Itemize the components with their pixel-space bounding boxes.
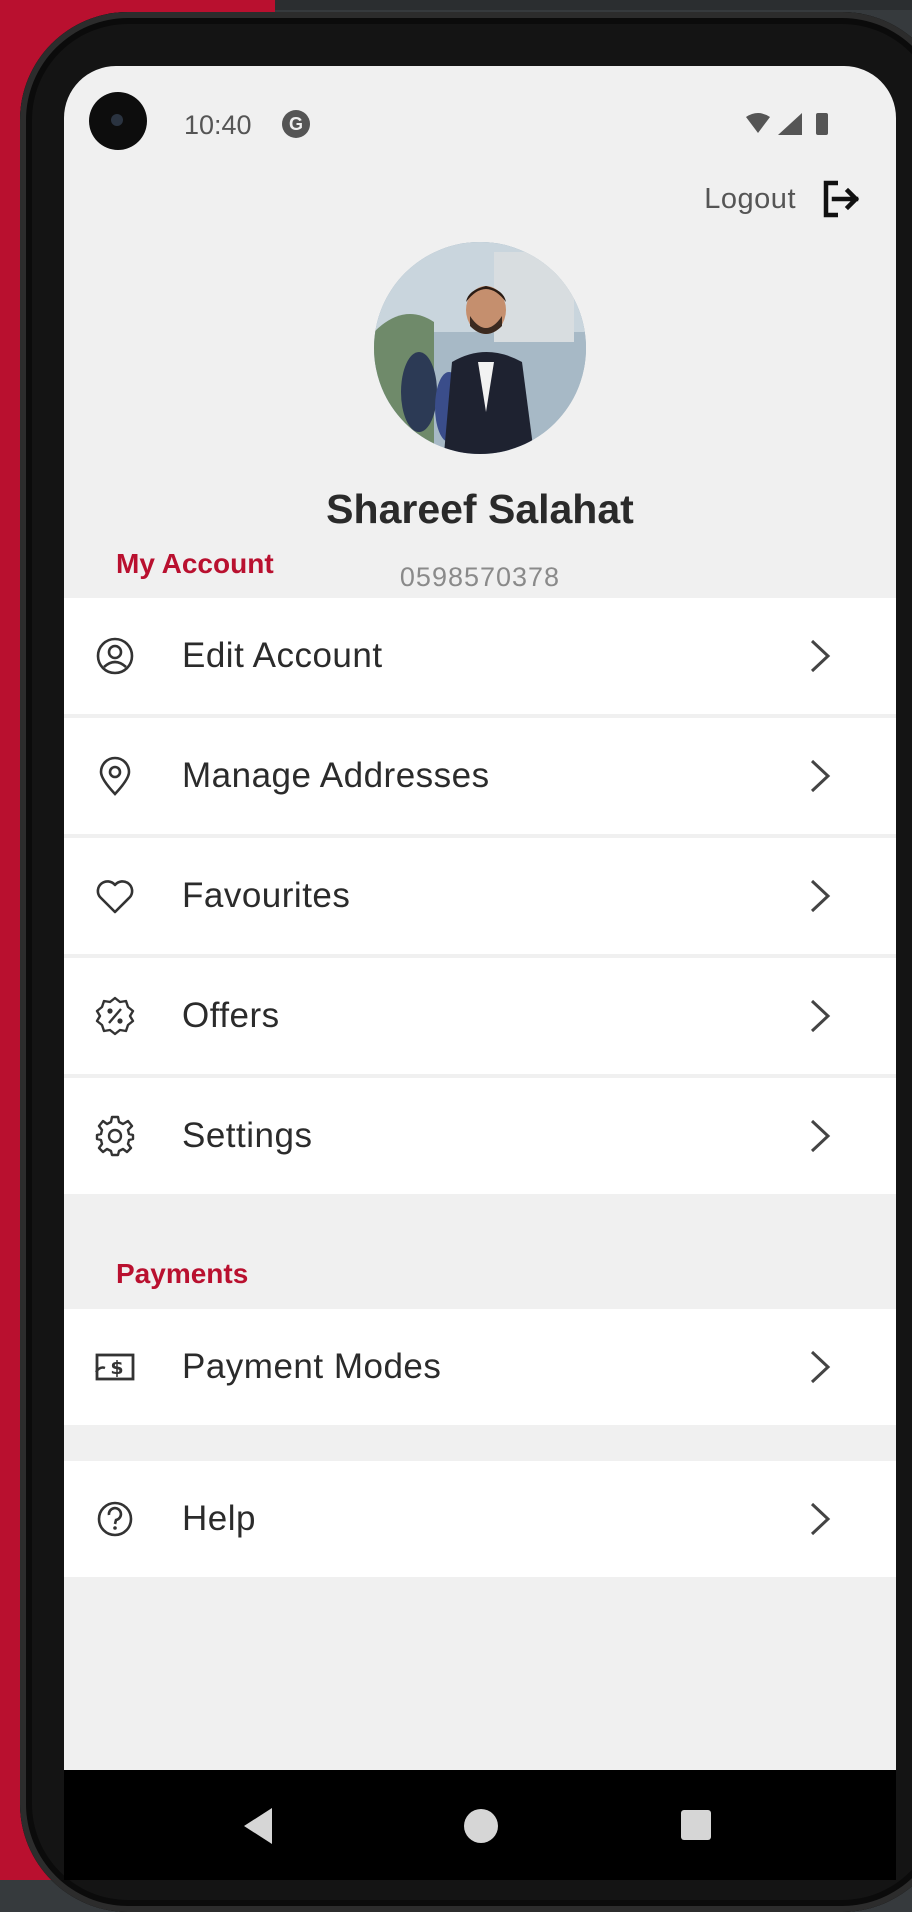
battery-icon	[816, 113, 828, 135]
menu-item-offers[interactable]: Offers	[64, 958, 896, 1074]
section-title-payments: Payments	[116, 1258, 249, 1289]
menu-item-help[interactable]: Help	[64, 1461, 896, 1577]
menu-item-settings[interactable]: Settings	[64, 1078, 896, 1194]
app-screen: 10:40 G Logout Shareef Salahat 059857037…	[64, 66, 896, 1770]
menu-item-label: Offers	[182, 996, 280, 1035]
system-status-icons	[746, 113, 828, 135]
profile-name: Shareef Salahat	[326, 486, 634, 532]
logout-label: Logout	[704, 182, 796, 215]
menu-item-manage-addresses[interactable]: Manage Addresses	[64, 718, 896, 834]
chevron-right-icon	[810, 1119, 831, 1153]
menu-item-label: Manage Addresses	[182, 756, 490, 795]
menu-item-label: Edit Account	[182, 636, 383, 675]
location-pin-icon	[99, 756, 131, 796]
system-nav-bar	[64, 1770, 896, 1880]
menu-item-payment-modes[interactable]: $ Payment Modes	[64, 1309, 896, 1425]
nav-back-button[interactable]	[244, 1808, 272, 1844]
user-circle-icon	[96, 637, 134, 675]
profile-photo	[374, 242, 586, 454]
menu-item-label: Help	[182, 1499, 256, 1538]
svg-text:$: $	[110, 1357, 123, 1379]
chevron-right-icon	[810, 1350, 831, 1384]
help-circle-icon	[97, 1501, 133, 1537]
menu-item-edit-account[interactable]: Edit Account	[64, 598, 896, 714]
menu-item-label: Favourites	[182, 876, 351, 915]
status-time: 10:40	[184, 110, 252, 140]
chevron-right-icon	[810, 999, 831, 1033]
wifi-icon	[746, 113, 770, 133]
chevron-right-icon	[810, 1502, 831, 1536]
menu-item-favourites[interactable]: Favourites	[64, 838, 896, 954]
nav-recents-button[interactable]	[681, 1810, 711, 1840]
front-camera	[89, 92, 147, 150]
discount-badge-icon	[95, 996, 135, 1036]
logout-button[interactable]: Logout	[704, 174, 860, 224]
avatar[interactable]	[374, 242, 586, 454]
chevron-right-icon	[810, 759, 831, 793]
chevron-right-icon	[810, 639, 831, 673]
cash-icon: $	[95, 1353, 135, 1381]
menu-item-label: Payment Modes	[182, 1347, 442, 1386]
gear-icon	[95, 1115, 135, 1157]
menu-item-label: Settings	[182, 1116, 313, 1155]
signal-icon	[778, 113, 802, 135]
notification-icon: G	[282, 110, 310, 138]
chevron-right-icon	[810, 879, 831, 913]
background-strip	[275, 0, 912, 10]
logout-icon	[823, 180, 860, 218]
heart-icon	[96, 880, 134, 914]
section-title-account: My Account	[116, 548, 274, 579]
nav-home-button[interactable]	[464, 1809, 498, 1843]
